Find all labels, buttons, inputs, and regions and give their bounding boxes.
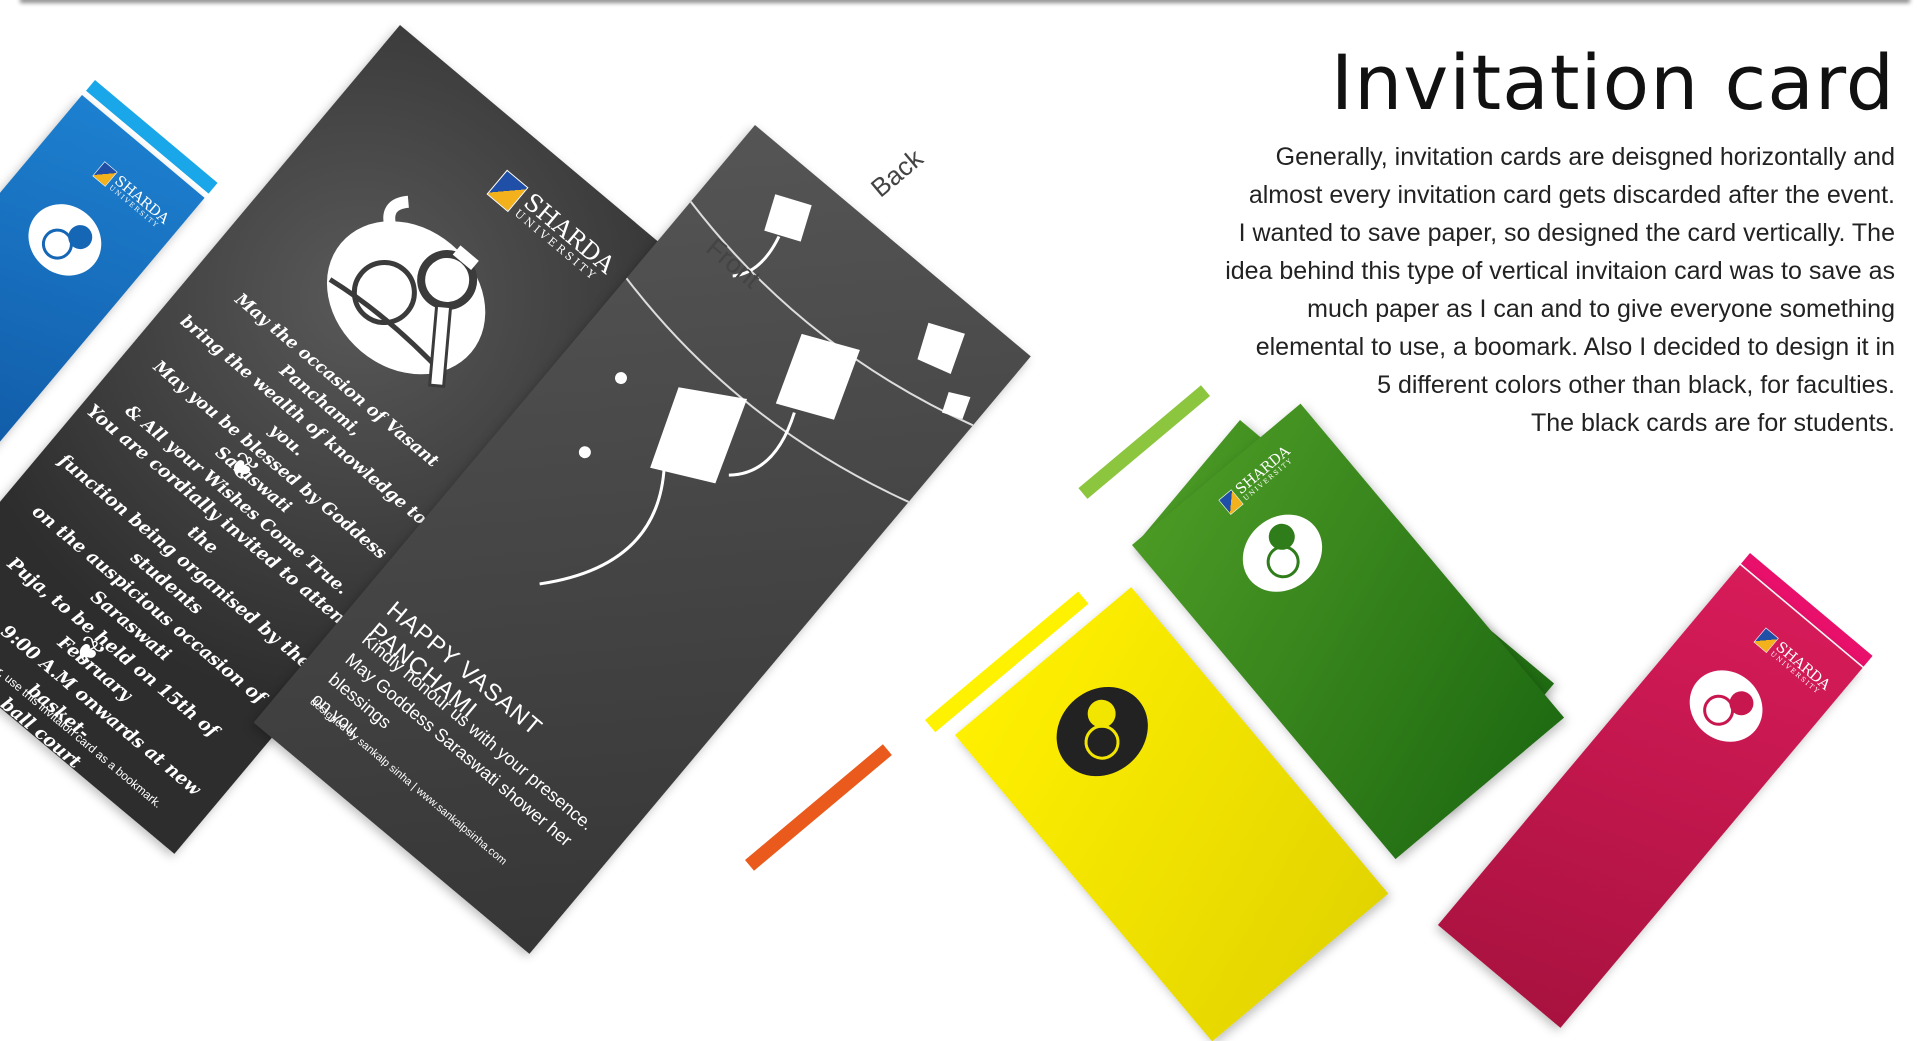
orange-card-strip <box>745 744 892 871</box>
saraswati-emblem-icon <box>1689 670 1763 742</box>
description-text: Generally, invitation cards are deisgned… <box>1225 143 1895 437</box>
magenta-card: SHARDA UNIVERSITY <box>1437 565 1863 1028</box>
saraswati-emblem-icon <box>28 204 102 276</box>
saraswati-emblem-icon <box>1056 686 1148 777</box>
page-title: Invitation card <box>1330 38 1895 127</box>
back-label: Back <box>865 142 929 203</box>
